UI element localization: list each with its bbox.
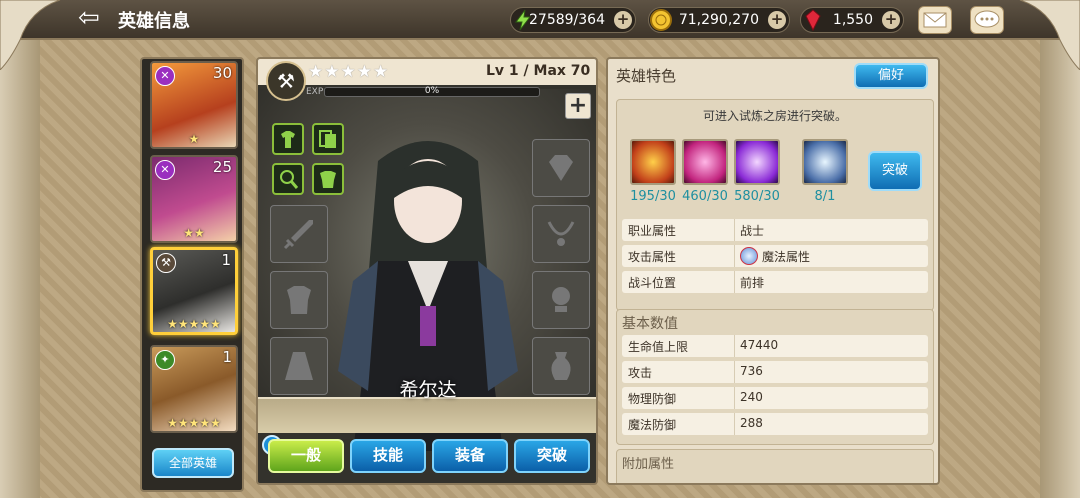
extra-attributes-title: 附加属性 (622, 457, 675, 472)
page-title: 英雄信息 (118, 11, 190, 32)
stat-row: 魔法防御 288 (622, 413, 928, 435)
right-ornament (1040, 40, 1080, 498)
magnifier-icon (280, 170, 299, 189)
mail-icon (923, 12, 947, 28)
support-class-icon: ✦ (155, 350, 175, 370)
magic-attribute-icon (740, 247, 758, 265)
orb-icon (552, 287, 570, 312)
cloak-slot[interactable] (270, 337, 328, 395)
hero-card-selected[interactable]: ⚒ 1 ★★★★★ (150, 247, 238, 335)
pink-crystal-icon (682, 139, 728, 185)
add-button[interactable]: + (565, 93, 591, 119)
sword-icon (283, 220, 313, 250)
hero-stars: ★★★★★ (308, 62, 390, 82)
mage-class-icon: ✕ (155, 160, 175, 180)
hero-portrait-panel: ⚒ ★★★★★ Lv 1 / Max 70 EXP 0% + 希尔达 ↑ 一般 … (256, 57, 598, 485)
mage-class-icon: ✕ (155, 66, 175, 86)
hero-name: 希尔达 (399, 379, 457, 401)
all-heroes-button[interactable]: 全部英雄 (152, 448, 234, 478)
material-count: 8/1 (814, 189, 836, 204)
left-corner-ornament (0, 0, 61, 70)
cards-icon (319, 130, 336, 148)
add-gem-button[interactable]: + (882, 11, 900, 29)
stat-row: 物理防御 240 (622, 387, 928, 409)
tab-general[interactable]: 一般 (268, 439, 344, 473)
material-count: 460/30 (682, 189, 728, 204)
back-arrow-icon[interactable]: ⇦ (78, 5, 114, 32)
material-count: 195/30 (630, 189, 676, 204)
add-gold-button[interactable]: + (768, 11, 786, 29)
stat-row: 攻击 736 (622, 361, 928, 383)
name-plate (258, 397, 596, 433)
vase-slot[interactable] (532, 337, 590, 395)
preference-button[interactable]: 偏好 (854, 63, 928, 89)
diamond-icon (549, 155, 573, 181)
cloak-icon (285, 352, 313, 380)
breakthrough-note: 可进入试炼之房进行突破。 (702, 109, 847, 123)
exp-value: 0% (424, 86, 440, 96)
gem-slot[interactable] (532, 139, 590, 197)
left-ornament (0, 40, 40, 498)
tab-skills[interactable]: 技能 (350, 439, 426, 473)
right-corner-ornament (1019, 0, 1080, 70)
tab-breakthrough[interactable]: 突破 (514, 439, 590, 473)
costume-icon (281, 131, 295, 148)
exp-label: EXP (306, 87, 324, 97)
material-count: 580/30 (734, 189, 780, 204)
hero-list: ✕ 30 ★ ✕ 25 ★★ ⚒ 1 ★★★★★ ✦ 1 ★★★★★ (140, 57, 244, 492)
cards-button[interactable] (312, 123, 344, 155)
costume-button[interactable] (272, 123, 304, 155)
breakthrough-button[interactable]: 突破 (868, 151, 922, 191)
armor-slot[interactable] (270, 271, 328, 329)
vase-icon (551, 352, 571, 380)
stamina-counter: 27589/364 + (510, 7, 636, 33)
red-gem-icon (799, 6, 827, 34)
gem-counter: 1,550 + (800, 7, 904, 33)
necklace-icon (547, 221, 575, 246)
armor-button[interactable] (312, 163, 344, 195)
hero-details-panel: 英雄特色 偏好 可进入试炼之房进行突破。 195/30 460/30 580/3… (606, 57, 940, 485)
chat-bubble-icon (974, 10, 1000, 28)
necklace-slot[interactable] (532, 205, 590, 263)
hero-card[interactable]: ✕ 30 ★ (150, 61, 238, 149)
tab-equipment[interactable]: 装备 (432, 439, 508, 473)
attribute-row: 攻击属性 魔法属性 (622, 245, 928, 267)
hero-card[interactable]: ✕ 25 ★★ (150, 155, 238, 243)
stats-title: 基本数值 (622, 316, 678, 332)
fire-crystal-icon (630, 139, 676, 185)
stat-row: 生命值上限 47440 (622, 335, 928, 357)
hero-card[interactable]: ✦ 1 ★★★★★ (150, 345, 238, 433)
attribute-row: 战斗位置 前排 (622, 271, 928, 293)
attribute-row: 职业属性 战士 (622, 219, 928, 241)
mail-button[interactable] (918, 6, 952, 34)
purple-crystal-icon (734, 139, 780, 185)
gold-coin-icon (647, 6, 675, 34)
orb-slot[interactable] (532, 271, 590, 329)
chat-button[interactable] (970, 6, 1004, 34)
axe-class-icon: ⚒ (156, 253, 176, 273)
weapon-slot[interactable] (270, 205, 328, 263)
gold-counter: 71,290,270 + (648, 7, 790, 33)
search-hero-button[interactable] (272, 163, 304, 195)
panel-title: 英雄特色 (616, 67, 677, 85)
armor-icon (320, 171, 336, 188)
axe-class-icon: ⚒ (266, 61, 306, 101)
add-stamina-button[interactable]: + (614, 11, 632, 29)
chest-armor-icon (287, 286, 311, 314)
hero-level: Lv 1 / Max 70 (486, 63, 591, 79)
star-shard-icon (802, 139, 848, 185)
